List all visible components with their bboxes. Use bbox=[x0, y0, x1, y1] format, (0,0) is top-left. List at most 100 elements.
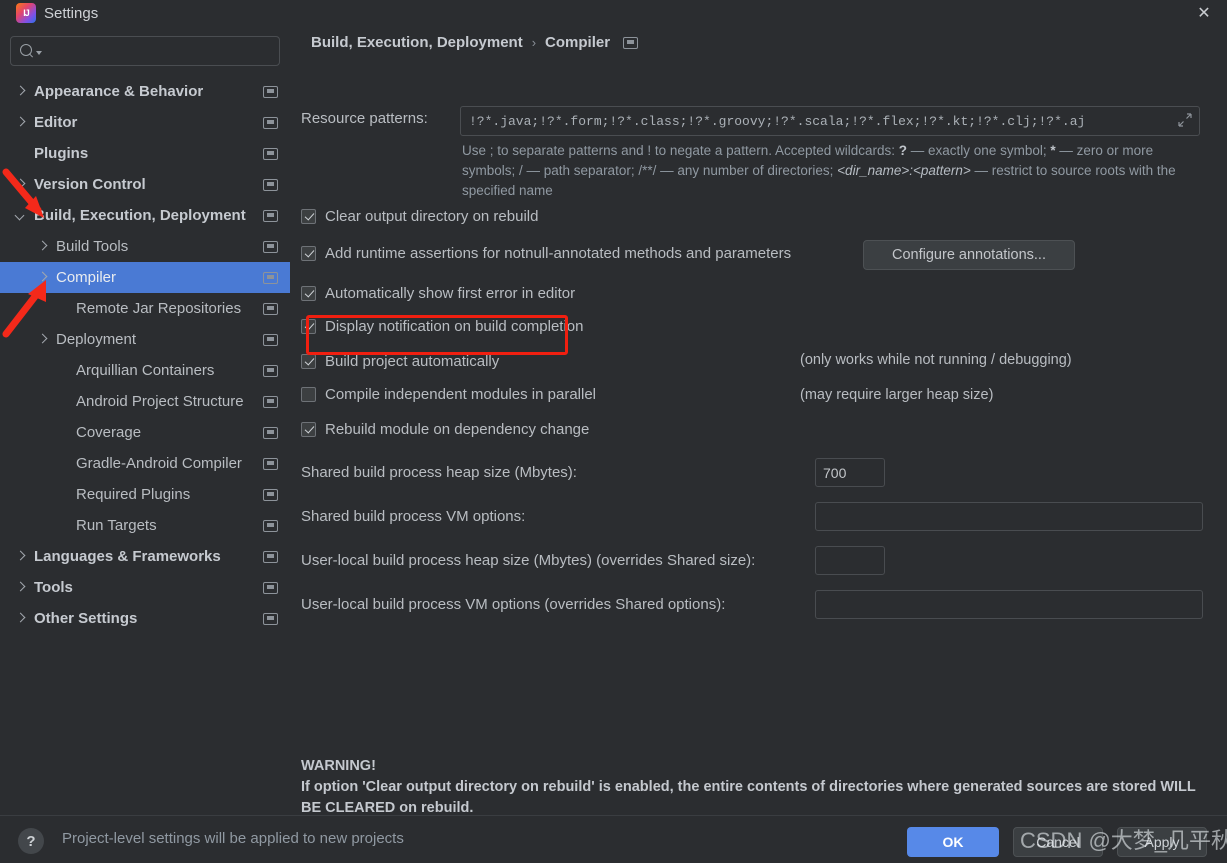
checkbox-clear-output-directory-on-rebuild[interactable]: Clear output directory on rebuild bbox=[301, 208, 538, 225]
hint-text-1: Use ; to separate patterns and ! to nega… bbox=[462, 143, 899, 158]
checkbox-add-runtime-assertions-for-notnull-annotated-methods-and-parameters[interactable]: Add runtime assertions for notnull-annot… bbox=[301, 245, 791, 262]
screen-icon[interactable] bbox=[263, 550, 278, 563]
screen-icon[interactable] bbox=[263, 209, 278, 222]
chevron-right-icon[interactable] bbox=[14, 178, 28, 192]
help-icon[interactable]: ? bbox=[18, 828, 44, 854]
screen-icon[interactable] bbox=[263, 147, 278, 160]
search-box[interactable] bbox=[10, 36, 280, 66]
screen-icon[interactable] bbox=[263, 426, 278, 439]
sidebar-item-required-plugins[interactable]: Required Plugins bbox=[0, 479, 290, 510]
ok-button[interactable]: OK bbox=[907, 827, 999, 857]
sidebar-item-coverage[interactable]: Coverage bbox=[0, 417, 290, 448]
sidebar-item-deployment[interactable]: Deployment bbox=[0, 324, 290, 355]
checkbox-compile-independent-modules-in-parallel[interactable]: Compile independent modules in parallel bbox=[301, 386, 596, 403]
resource-patterns-input[interactable]: !?*.java;!?*.form;!?*.class;!?*.groovy;!… bbox=[460, 106, 1200, 136]
chevron-right-icon[interactable] bbox=[14, 116, 28, 130]
screen-icon[interactable] bbox=[263, 612, 278, 625]
sidebar-item-label: Coverage bbox=[76, 424, 142, 441]
chevron-right-icon[interactable] bbox=[36, 333, 50, 347]
chevron-down-icon[interactable] bbox=[36, 51, 42, 55]
expand-icon[interactable] bbox=[1178, 113, 1192, 127]
checkbox-input[interactable] bbox=[301, 286, 316, 301]
screen-icon[interactable] bbox=[263, 271, 278, 284]
chevron-down-icon[interactable] bbox=[14, 209, 28, 223]
ok-button-label: OK bbox=[942, 834, 964, 850]
configure-annotations-label: Configure annotations... bbox=[892, 247, 1046, 263]
field-value-0: 700 bbox=[823, 464, 847, 481]
screen-icon[interactable] bbox=[263, 364, 278, 377]
screen-icon[interactable] bbox=[263, 302, 278, 315]
sidebar-item-other-settings[interactable]: Other Settings bbox=[0, 603, 290, 634]
sidebar-item-gradle-android-compiler[interactable]: Gradle-Android Compiler bbox=[0, 448, 290, 479]
checkbox-automatically-show-first-error-in-editor[interactable]: Automatically show first error in editor bbox=[301, 285, 575, 302]
sidebar-item-label: Android Project Structure bbox=[76, 393, 244, 410]
checkbox-input[interactable] bbox=[301, 246, 316, 261]
chevron-right-icon[interactable] bbox=[14, 581, 28, 595]
note-parallel-compile: (may require larger heap size) bbox=[800, 387, 994, 403]
sidebar-item-label: Other Settings bbox=[34, 610, 138, 627]
screen-icon[interactable] bbox=[263, 85, 278, 98]
sidebar-item-tools[interactable]: Tools bbox=[0, 572, 290, 603]
sidebar-item-arquillian-containers[interactable]: Arquillian Containers bbox=[0, 355, 290, 386]
hint-dir-pattern: <dir_name>:<pattern> bbox=[837, 163, 971, 178]
screen-icon[interactable] bbox=[263, 581, 278, 594]
screen-icon[interactable] bbox=[263, 178, 278, 191]
checkbox-input[interactable] bbox=[301, 209, 316, 224]
search-container bbox=[0, 28, 290, 66]
sidebar-item-label: Remote Jar Repositories bbox=[76, 300, 242, 317]
screen-icon[interactable] bbox=[263, 116, 278, 129]
breadcrumb-parent[interactable]: Build, Execution, Deployment bbox=[311, 34, 523, 51]
screen-icon[interactable] bbox=[623, 36, 639, 49]
search-input[interactable] bbox=[46, 43, 271, 59]
sidebar-item-run-targets[interactable]: Run Targets bbox=[0, 510, 290, 541]
screen-icon[interactable] bbox=[263, 488, 278, 501]
sidebar-item-compiler[interactable]: Compiler bbox=[0, 262, 290, 293]
screen-icon[interactable] bbox=[263, 395, 278, 408]
sidebar-item-version-control[interactable]: Version Control bbox=[0, 169, 290, 200]
sidebar-item-label: Build Tools bbox=[56, 238, 129, 255]
chevron-right-icon[interactable] bbox=[14, 612, 28, 626]
screen-icon[interactable] bbox=[263, 519, 278, 532]
field-input-1[interactable] bbox=[815, 502, 1203, 531]
sidebar-item-appearance-behavior[interactable]: Appearance & Behavior bbox=[0, 76, 290, 107]
chevron-right-icon[interactable] bbox=[36, 240, 50, 254]
checkbox-input[interactable] bbox=[301, 387, 316, 402]
settings-sidebar: Appearance & Behavior Editor Plugins Versio… bbox=[0, 28, 290, 815]
field-input-3[interactable] bbox=[815, 590, 1203, 619]
sidebar-item-editor[interactable]: Editor bbox=[0, 107, 290, 138]
settings-tree: Appearance & Behavior Editor Plugins Versio… bbox=[0, 76, 290, 634]
chevron-right-icon[interactable] bbox=[36, 271, 50, 285]
screen-icon[interactable] bbox=[263, 240, 278, 253]
breadcrumb-current: Compiler bbox=[545, 34, 611, 51]
sidebar-item-build-tools[interactable]: Build Tools bbox=[0, 231, 290, 262]
sidebar-item-label: Arquillian Containers bbox=[76, 362, 215, 379]
checkbox-label: Rebuild module on dependency change bbox=[325, 421, 590, 438]
sidebar-item-label: Plugins bbox=[34, 145, 89, 162]
close-icon[interactable]: ✕ bbox=[1181, 0, 1227, 28]
sidebar-item-plugins[interactable]: Plugins bbox=[0, 138, 290, 169]
checkbox-label: Compile independent modules in parallel bbox=[325, 386, 597, 403]
hint-wildcard-question: ? bbox=[898, 143, 908, 158]
screen-icon[interactable] bbox=[263, 333, 278, 346]
hint-text-2: — exactly one symbol; bbox=[907, 143, 1051, 158]
field-input-0[interactable]: 700 bbox=[815, 458, 885, 487]
configure-annotations-button[interactable]: Configure annotations... bbox=[863, 240, 1075, 270]
sidebar-item-remote-jar-repositories[interactable]: Remote Jar Repositories bbox=[0, 293, 290, 324]
checkbox-label: Automatically show first error in editor bbox=[325, 285, 576, 302]
sidebar-item-languages-frameworks[interactable]: Languages & Frameworks bbox=[0, 541, 290, 572]
checkbox-input[interactable] bbox=[301, 354, 316, 369]
screen-icon[interactable] bbox=[263, 457, 278, 470]
settings-dialog: IJ Settings ✕ Appearance & Behavior Edito… bbox=[0, 0, 1227, 863]
resource-patterns-value: !?*.java;!?*.form;!?*.class;!?*.groovy;!… bbox=[469, 113, 1086, 129]
checkbox-build-project-automatically[interactable]: Build project automatically bbox=[301, 353, 499, 370]
chevron-right-icon[interactable] bbox=[14, 550, 28, 564]
checkbox-rebuild-module-on-dependency-change[interactable]: Rebuild module on dependency change bbox=[301, 421, 589, 438]
checkbox-label: Clear output directory on rebuild bbox=[325, 208, 539, 225]
sidebar-item-build-execution-deployment[interactable]: Build, Execution, Deployment bbox=[0, 200, 290, 231]
field-input-2[interactable] bbox=[815, 546, 885, 575]
sidebar-item-android-project-structure[interactable]: Android Project Structure bbox=[0, 386, 290, 417]
checkbox-input[interactable] bbox=[301, 422, 316, 437]
chevron-right-icon[interactable] bbox=[14, 85, 28, 99]
field-label-2: User-local build process heap size (Mbyt… bbox=[301, 552, 756, 569]
resource-patterns-label: Resource patterns: bbox=[301, 110, 428, 127]
